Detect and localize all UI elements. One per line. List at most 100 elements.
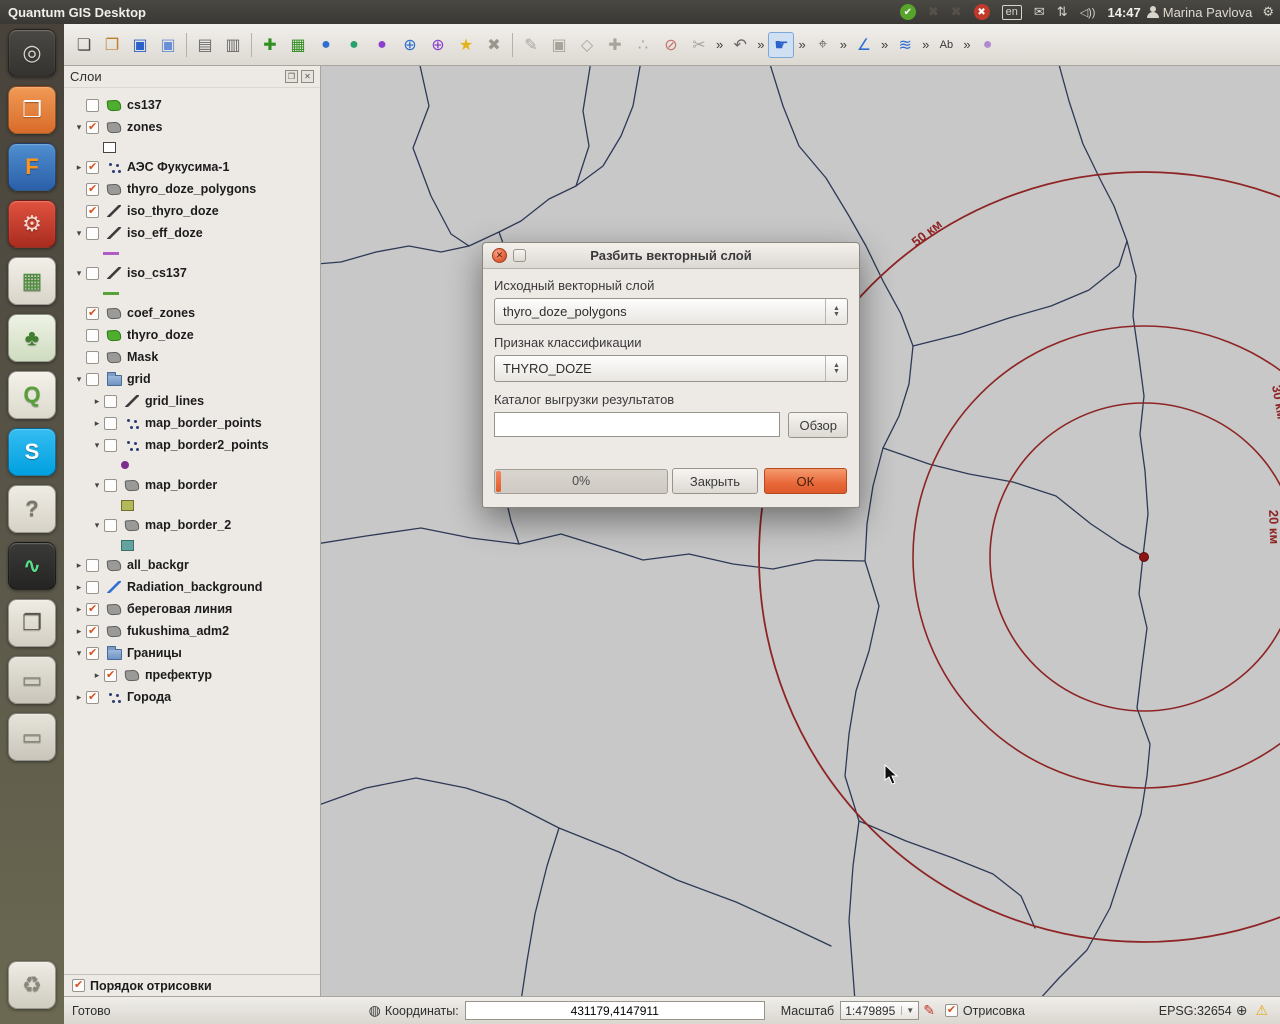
- alert-indicator-icon[interactable]: ✖: [974, 4, 990, 20]
- expand-arrow-icon[interactable]: ▸: [90, 396, 104, 407]
- warning-icon[interactable]: ⚠: [1255, 1002, 1268, 1019]
- toolbar-overflow-icon[interactable]: »: [963, 37, 970, 52]
- layer-visibility-checkbox[interactable]: [86, 559, 99, 572]
- toolbar-overflow-icon[interactable]: »: [922, 37, 929, 52]
- dialog-titlebar[interactable]: Разбить векторный слой ✕: [483, 243, 859, 269]
- layer-row-thyro_doze_polygons[interactable]: thyro_doze_polygons: [64, 178, 320, 200]
- dash-home-icon[interactable]: ◎: [8, 29, 56, 77]
- select-features-icon[interactable]: ⌖: [810, 32, 836, 58]
- layer-row-thyro_doze[interactable]: thyro_doze: [64, 324, 320, 346]
- image-viewer-icon[interactable]: ▦: [8, 257, 56, 305]
- layer-row-береговая-линия[interactable]: ▸береговая линия: [64, 598, 320, 620]
- scale-combo[interactable]: 1:479895 ▼: [840, 1001, 919, 1020]
- map-canvas[interactable]: 50 км 30 км 20 км: [321, 66, 1280, 996]
- expand-arrow-icon[interactable]: ▸: [72, 582, 86, 593]
- pan-map-icon[interactable]: ☛: [768, 32, 794, 58]
- layer-row-АЭС-Фукусима-1[interactable]: ▸АЭС Фукусима-1: [64, 156, 320, 178]
- panel-float-button[interactable]: ❐: [285, 70, 298, 83]
- layer-row-all_backgr[interactable]: ▸all_backgr: [64, 554, 320, 576]
- layer-row-Города[interactable]: ▸Города: [64, 686, 320, 708]
- expand-arrow-icon[interactable]: ▾: [72, 268, 86, 279]
- add-spatialite-layer-icon[interactable]: ●: [341, 32, 367, 58]
- layer-visibility-checkbox[interactable]: [86, 99, 99, 112]
- qgis-icon[interactable]: Q: [8, 371, 56, 419]
- layer-visibility-checkbox[interactable]: [86, 227, 99, 240]
- class-field-combo[interactable]: THYRO_DOZE ▲▼: [494, 355, 848, 382]
- layer-visibility-checkbox[interactable]: [104, 395, 117, 408]
- move-feature-icon[interactable]: ✚: [602, 32, 628, 58]
- draw-order-checkbox[interactable]: [72, 979, 85, 992]
- expand-arrow-icon[interactable]: ▸: [90, 670, 104, 681]
- save-edits-icon[interactable]: ▣: [546, 32, 572, 58]
- dialog-minimize-icon[interactable]: [513, 249, 526, 262]
- layer-visibility-checkbox[interactable]: [104, 519, 117, 532]
- expand-arrow-icon[interactable]: ▾: [72, 122, 86, 133]
- save-project-icon[interactable]: ▣: [127, 32, 153, 58]
- toolbar-overflow-icon[interactable]: »: [716, 37, 723, 52]
- expand-arrow-icon[interactable]: ▸: [72, 626, 86, 637]
- panel-close-button[interactable]: ✕: [301, 70, 314, 83]
- layer-row-префектур[interactable]: ▸префектур: [64, 664, 320, 686]
- remove-layer-icon[interactable]: ✖: [481, 32, 507, 58]
- crs-icon[interactable]: ⊕: [1236, 1002, 1248, 1019]
- sync-icon[interactable]: ⇅: [1057, 4, 1068, 20]
- layer-row-cs137[interactable]: cs137: [64, 94, 320, 116]
- map-tips-icon[interactable]: ≋: [892, 32, 918, 58]
- layer-row-zones[interactable]: ▾zones: [64, 116, 320, 138]
- print-icon[interactable]: ▥: [220, 32, 246, 58]
- volume-icon[interactable]: ◁)): [1080, 6, 1096, 19]
- expand-arrow-icon[interactable]: ▸: [72, 560, 86, 571]
- layer-row-Границы[interactable]: ▾Границы: [64, 642, 320, 664]
- draw-order-row[interactable]: Порядок отрисовки: [64, 974, 320, 996]
- layer-visibility-checkbox[interactable]: [86, 267, 99, 280]
- layer-row-map_border_2[interactable]: ▾map_border_2: [64, 514, 320, 536]
- layer-row-grid_lines[interactable]: ▸grid_lines: [64, 390, 320, 412]
- toggle-editing-icon[interactable]: ✎: [518, 32, 544, 58]
- toolbar-overflow-icon[interactable]: »: [840, 37, 847, 52]
- layer-visibility-checkbox[interactable]: [86, 329, 99, 342]
- render-edit-icon[interactable]: ✎: [923, 1002, 935, 1019]
- layer-visibility-checkbox[interactable]: [86, 625, 99, 638]
- layer-visibility-checkbox[interactable]: [86, 205, 99, 218]
- output-folder-input[interactable]: [494, 412, 780, 437]
- layer-visibility-checkbox[interactable]: [86, 161, 99, 174]
- layer-visibility-checkbox[interactable]: [104, 439, 117, 452]
- expand-arrow-icon[interactable]: ▸: [72, 162, 86, 173]
- spinner-arrows-icon[interactable]: ▲▼: [825, 356, 847, 381]
- mail-icon[interactable]: ✉: [1034, 4, 1045, 20]
- expand-arrow-icon[interactable]: ▾: [72, 228, 86, 239]
- layer-visibility-checkbox[interactable]: [86, 581, 99, 594]
- layer-visibility-checkbox[interactable]: [86, 603, 99, 616]
- layer-visibility-checkbox[interactable]: [104, 479, 117, 492]
- layer-visibility-checkbox[interactable]: [86, 647, 99, 660]
- layer-visibility-checkbox[interactable]: [86, 121, 99, 134]
- tree-app-icon[interactable]: ♣: [8, 314, 56, 362]
- add-wms-layer-icon[interactable]: ⊕: [397, 32, 423, 58]
- layer-row-iso_thyro_doze[interactable]: iso_thyro_doze: [64, 200, 320, 222]
- labeling-icon[interactable]: Ab: [933, 32, 959, 58]
- skype-icon[interactable]: S: [8, 428, 56, 476]
- node-tool-icon[interactable]: ∴: [630, 32, 656, 58]
- system-tool-icon[interactable]: ⚙: [8, 200, 56, 248]
- toolbar-overflow-icon[interactable]: »: [757, 37, 764, 52]
- layer-row-grid[interactable]: ▾grid: [64, 368, 320, 390]
- new-shapefile-icon[interactable]: ★: [453, 32, 479, 58]
- layer-row-coef_zones[interactable]: coef_zones: [64, 302, 320, 324]
- layer-row-fukushima_adm2[interactable]: ▸fukushima_adm2: [64, 620, 320, 642]
- chevron-down-icon[interactable]: ▼: [901, 1006, 914, 1015]
- toolbar-overflow-icon[interactable]: »: [798, 37, 805, 52]
- files-icon[interactable]: ❒: [8, 86, 56, 134]
- expand-arrow-icon[interactable]: ▾: [90, 440, 104, 451]
- close-button[interactable]: Закрыть: [672, 468, 757, 494]
- delete-selected-icon[interactable]: ⊘: [658, 32, 684, 58]
- update-status-icon[interactable]: ✔: [900, 4, 916, 20]
- new-project-icon[interactable]: ❏: [71, 32, 97, 58]
- expand-arrow-icon[interactable]: ▸: [90, 418, 104, 429]
- layer-visibility-checkbox[interactable]: [86, 691, 99, 704]
- expand-arrow-icon[interactable]: ▸: [72, 604, 86, 615]
- layer-visibility-checkbox[interactable]: [86, 183, 99, 196]
- add-raster-layer-icon[interactable]: ▦: [285, 32, 311, 58]
- browse-button[interactable]: Обзор: [788, 412, 848, 438]
- indicator-1-icon[interactable]: ✖: [928, 4, 939, 20]
- add-wfs-layer-icon[interactable]: ⊕: [425, 32, 451, 58]
